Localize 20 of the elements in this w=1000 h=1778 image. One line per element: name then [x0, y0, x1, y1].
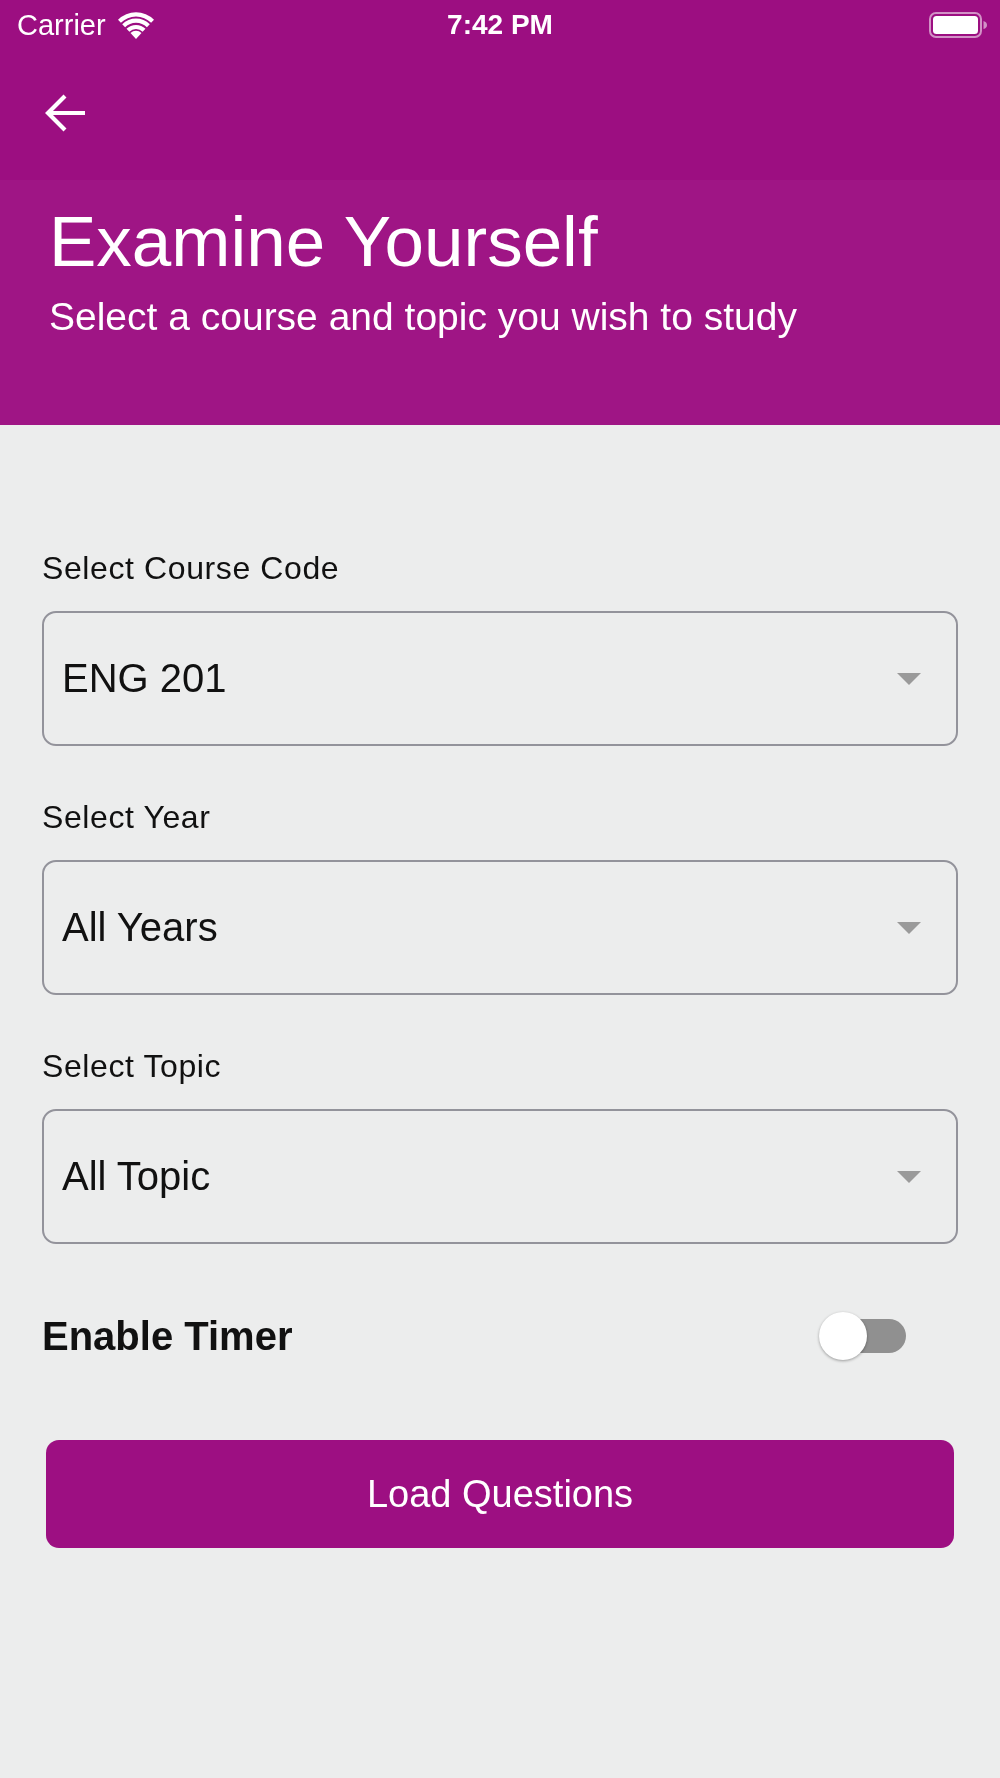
wifi-icon	[117, 11, 154, 39]
page-title: Examine Yourself	[49, 202, 599, 282]
field-label: Select Course Code	[42, 549, 340, 588]
caret-icon	[897, 921, 921, 934]
back-button[interactable]	[45, 94, 87, 132]
field-label: Select Year	[42, 798, 211, 837]
dropdown-field[interactable]: All Topic	[42, 1109, 958, 1244]
battery-icon	[929, 12, 987, 38]
back-arrow-icon	[45, 94, 87, 132]
carrier-name: Carrier	[17, 8, 106, 42]
load-questions-button[interactable]: Load Questions	[46, 1440, 954, 1548]
dropdown-field[interactable]: ENG 201	[42, 611, 958, 746]
field-label: Select Topic	[42, 1047, 222, 1086]
timer-label: Enable Timer	[42, 1313, 293, 1360]
toggle-switch[interactable]	[819, 1311, 906, 1361]
caret-icon	[897, 1170, 921, 1183]
caret-icon	[897, 672, 921, 685]
status-time: 7:42 PM	[447, 9, 553, 41]
page-subtitle: Select a course and topic you wish to study	[49, 294, 798, 340]
dropdown-field[interactable]: All Years	[42, 860, 958, 995]
